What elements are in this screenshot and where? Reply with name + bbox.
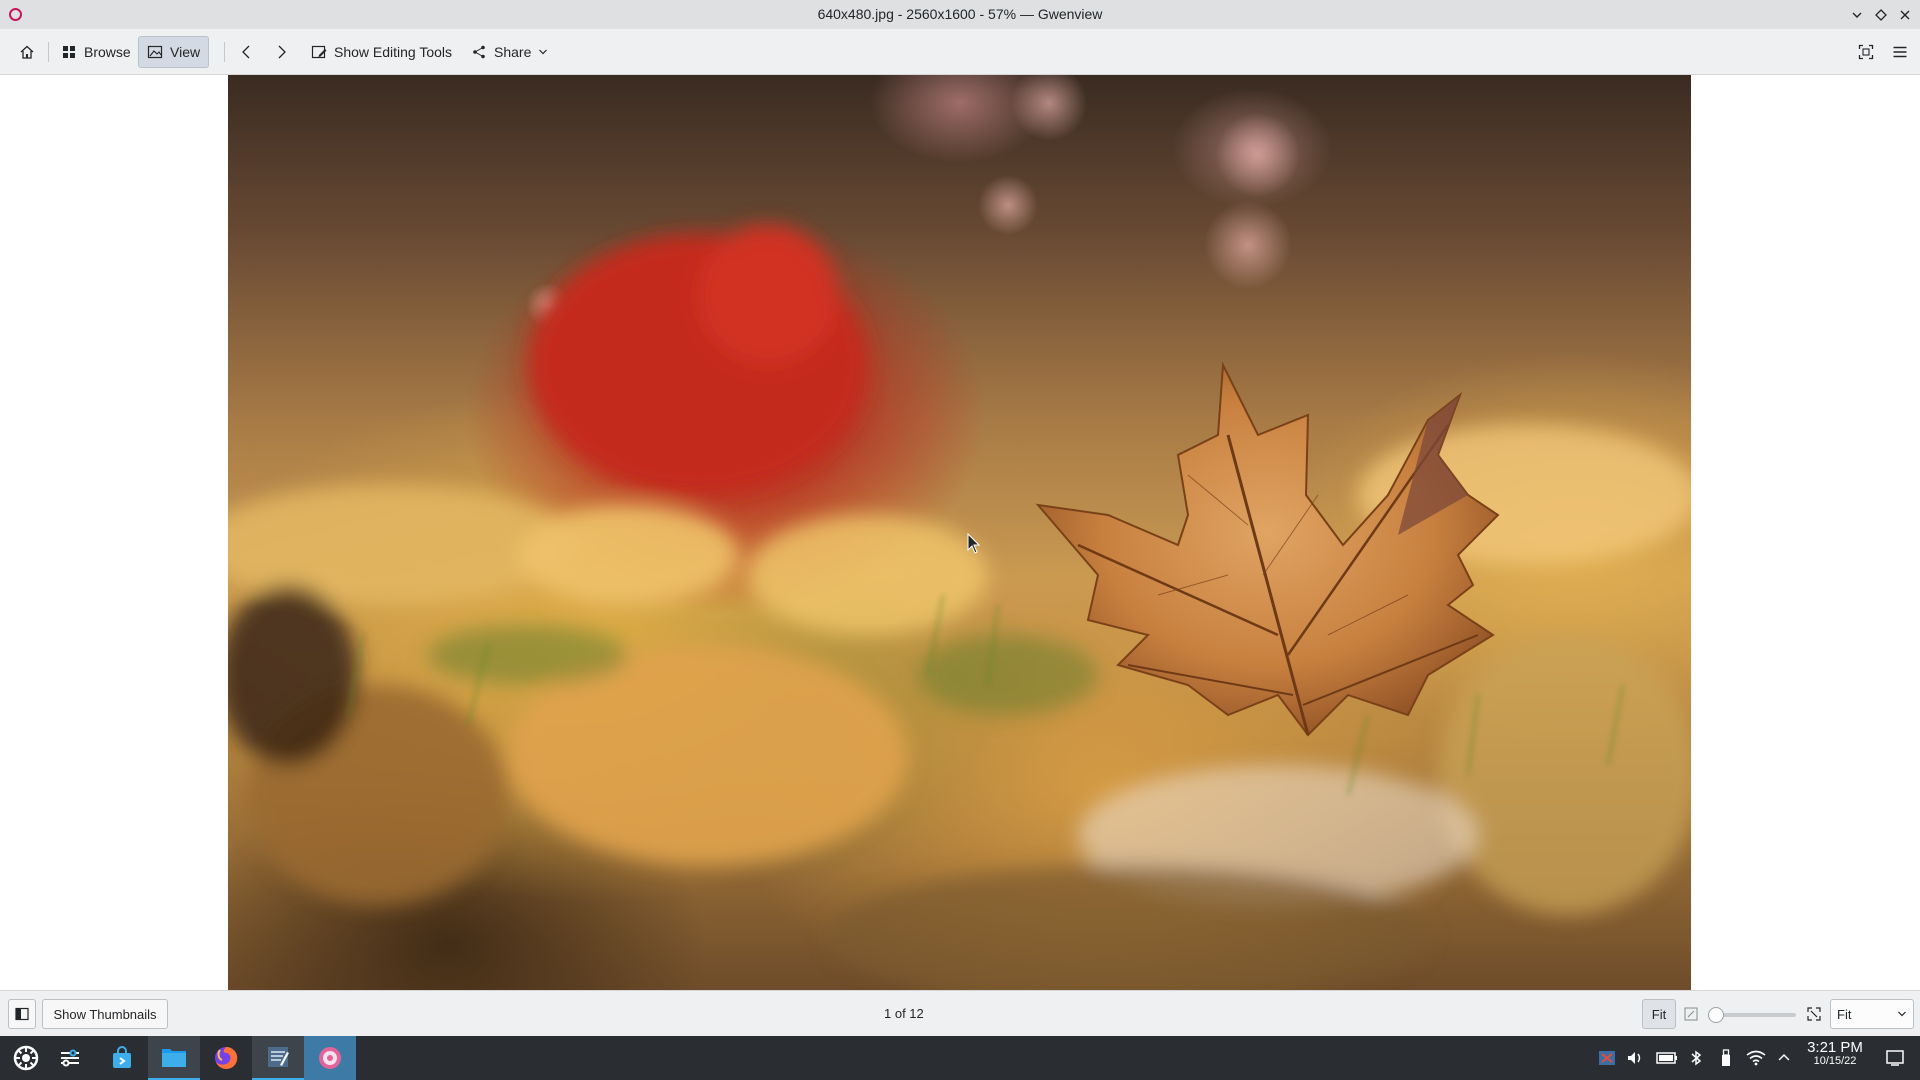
firefox-icon <box>215 1046 238 1069</box>
view-label: View <box>170 44 201 60</box>
chevron-down-icon <box>1898 1011 1906 1017</box>
image-position-indicator: 1 of 12 <box>884 1006 924 1021</box>
zoom-select-value: Fit <box>1837 1006 1852 1022</box>
taskbar-dolphin[interactable] <box>148 1036 200 1080</box>
taskbar: 3:21 PM 10/15/22 <box>0 1036 1920 1080</box>
usb-drive-icon <box>1722 1049 1730 1066</box>
close-button[interactable] <box>1896 6 1914 24</box>
browse-grid-icon <box>63 46 75 58</box>
taskbar-kwrite[interactable] <box>252 1036 304 1080</box>
chevron-down-icon <box>1852 12 1862 18</box>
browse-label: Browse <box>84 44 131 60</box>
toolbar-separator <box>48 42 49 62</box>
browse-button[interactable]: Browse <box>52 36 140 68</box>
show-editing-tools-label: Show Editing Tools <box>334 44 453 60</box>
bluetooth-icon <box>1691 1050 1702 1066</box>
taskbar-firefox[interactable] <box>200 1036 252 1080</box>
fit-button-label: Fit <box>1651 1006 1667 1022</box>
tray-removable-devices[interactable] <box>1716 1048 1736 1068</box>
next-image-button[interactable] <box>266 36 296 68</box>
folder-icon <box>162 1049 186 1067</box>
share-label: Share <box>494 44 532 60</box>
store-bag-icon <box>113 1046 131 1068</box>
kde-launcher-icon <box>13 1045 39 1071</box>
zoom-out-icon[interactable] <box>1684 1007 1698 1021</box>
settings-sliders-icon <box>61 1049 79 1067</box>
main-toolbar: Browse View Show Editing Tools Share <box>0 29 1920 75</box>
mouse-cursor-icon <box>967 533 981 554</box>
home-icon <box>20 45 34 59</box>
image-edit-icon <box>311 45 327 59</box>
image-viewer[interactable] <box>0 75 1920 990</box>
sidebar-toggle-icon <box>15 1007 29 1021</box>
maple-leaf <box>1035 361 1500 737</box>
status-bar: Show Thumbnails 1 of 12 Fit Fit <box>0 990 1920 1036</box>
home-button[interactable] <box>10 36 44 68</box>
wifi-icon <box>1746 1050 1766 1066</box>
volume-icon <box>1628 1052 1641 1064</box>
share-button[interactable]: Share <box>462 36 557 68</box>
displayed-photo[interactable] <box>228 75 1691 990</box>
chevron-right-icon <box>278 45 286 59</box>
gwenview-icon <box>319 1047 341 1069</box>
fullscreen-button[interactable] <box>1850 36 1882 68</box>
minimize-button[interactable] <box>1848 6 1866 24</box>
chevron-up-icon <box>1778 1053 1790 1061</box>
close-icon <box>1900 10 1910 20</box>
maximize-button[interactable] <box>1872 6 1890 24</box>
hamburger-menu-button[interactable] <box>1884 36 1916 68</box>
show-desktop-button[interactable] <box>1885 1048 1905 1068</box>
zoom-slider-handle[interactable] <box>1708 1007 1724 1023</box>
zoom-select[interactable]: Fit <box>1830 999 1914 1029</box>
view-button[interactable]: View <box>138 36 210 68</box>
toolbar-separator <box>224 42 225 62</box>
taskbar-system-settings[interactable] <box>44 1036 96 1080</box>
tray-battery[interactable] <box>1655 1048 1679 1068</box>
clock-date: 10/15/22 <box>1813 1054 1857 1067</box>
hamburger-menu-icon <box>1893 46 1907 58</box>
tray-expand-button[interactable] <box>1774 1048 1794 1068</box>
previous-image-button[interactable] <box>232 36 262 68</box>
tray-notification-app[interactable] <box>1597 1048 1617 1068</box>
diamond-icon <box>1875 9 1887 21</box>
battery-icon <box>1656 1052 1677 1064</box>
clock[interactable]: 3:21 PM 10/15/22 <box>1800 1040 1870 1067</box>
taskbar-gwenview[interactable] <box>304 1036 356 1080</box>
chevron-down-icon <box>539 49 548 55</box>
autumn-leaf-photo-art <box>228 75 1691 990</box>
taskbar-discover[interactable] <box>96 1036 148 1080</box>
zoom-slider-track[interactable] <box>1714 1013 1796 1017</box>
title-bar: 640x480.jpg - 2560x1600 - 57% — Gwenview <box>0 0 1920 29</box>
fit-button[interactable]: Fit <box>1642 999 1676 1029</box>
chevron-left-icon <box>242 45 250 59</box>
image-icon <box>147 45 163 59</box>
text-editor-icon <box>268 1047 289 1067</box>
update-notifier-icon <box>1599 1051 1615 1065</box>
show-editing-tools-button[interactable]: Show Editing Tools <box>302 36 461 68</box>
tray-network[interactable] <box>1746 1048 1766 1068</box>
tray-bluetooth[interactable] <box>1686 1048 1706 1068</box>
clock-time: 3:21 PM <box>1807 1039 1863 1056</box>
toggle-sidebar-button[interactable] <box>8 999 36 1029</box>
show-desktop-icon <box>1886 1050 1904 1066</box>
show-thumbnails-label: Show Thumbnails <box>53 1006 157 1022</box>
fullscreen-icon <box>1858 44 1874 60</box>
share-icon <box>473 45 485 59</box>
window-title: 640x480.jpg - 2560x1600 - 57% — Gwenview <box>817 6 1103 22</box>
tray-volume[interactable] <box>1625 1048 1645 1068</box>
show-thumbnails-button[interactable]: Show Thumbnails <box>42 999 168 1029</box>
zoom-in-icon[interactable] <box>1807 1007 1821 1021</box>
